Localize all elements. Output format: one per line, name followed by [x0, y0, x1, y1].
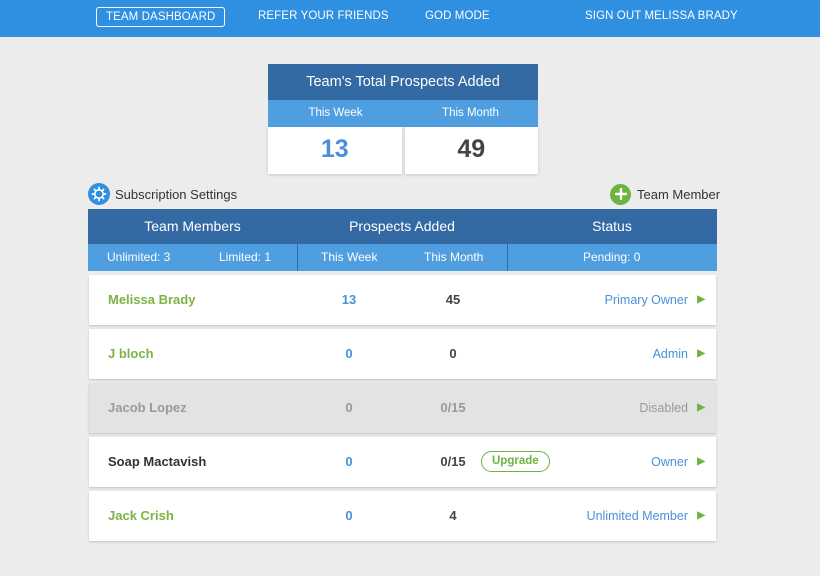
member-status[interactable]: Owner [651, 437, 688, 487]
top-nav-bar: TEAM DASHBOARD REFER YOUR FRIENDS GOD MO… [0, 0, 820, 37]
totals-title: Team's Total Prospects Added [268, 64, 538, 100]
nav-sign-out[interactable]: SIGN OUT MELISSA BRADY [585, 7, 738, 27]
member-week-count: 0 [345, 454, 353, 469]
header-prospects-added: Prospects Added [349, 218, 455, 234]
subheader-this-month: This Month [424, 250, 484, 264]
member-week-count: 0 [345, 346, 353, 361]
totals-subheader: This Week This Month [268, 100, 538, 127]
member-month-count: 45 [445, 292, 461, 307]
member-month-count: 0/15 [440, 454, 466, 469]
subheader-divider [507, 244, 508, 271]
team-totals-card: Team's Total Prospects Added This Week T… [268, 64, 538, 174]
play-arrow-icon[interactable]: ▶ [697, 383, 705, 433]
table-header-row: Team Members Prospects Added Status [88, 209, 717, 244]
member-status[interactable]: Primary Owner [605, 275, 688, 325]
member-week-count: 0 [345, 508, 353, 523]
member-status[interactable]: Admin [653, 329, 688, 379]
member-status[interactable]: Disabled [639, 383, 688, 433]
member-week-count: 13 [341, 292, 357, 307]
member-week-count: 0 [345, 400, 353, 415]
table-subheader-row: Unlimited: 3 Limited: 1 This Week This M… [88, 244, 717, 271]
subheader-pending: Pending: 0 [583, 250, 641, 264]
upgrade-button[interactable]: Upgrade [481, 451, 550, 472]
member-month-count: 0/15 [440, 400, 466, 415]
totals-week-label: This Week [308, 107, 363, 119]
totals-month-value: 49 [404, 127, 538, 174]
subheader-divider [297, 244, 298, 271]
member-name[interactable]: Jack Crish [108, 491, 174, 541]
member-name[interactable]: Soap Mactavish [108, 437, 206, 487]
totals-week-value: 13 [268, 127, 402, 174]
member-status[interactable]: Unlimited Member [587, 491, 688, 541]
plus-circle-icon [610, 183, 631, 205]
subscription-settings-label: Subscription Settings [115, 186, 238, 202]
member-month-count: 0 [449, 346, 457, 361]
member-name[interactable]: Jacob Lopez [108, 383, 187, 433]
add-team-member-button[interactable]: Team Member [610, 182, 720, 206]
play-arrow-icon[interactable]: ▶ [697, 491, 705, 541]
subscription-settings-link[interactable]: Subscription Settings [88, 182, 237, 206]
member-name[interactable]: Melissa Brady [108, 275, 195, 325]
header-status: Status [592, 218, 632, 234]
table-row[interactable]: J bloch 0 0 Admin ▶ [89, 329, 716, 379]
table-row[interactable]: Soap Mactavish 0 0/15 Upgrade Owner ▶ [89, 437, 716, 487]
play-arrow-icon[interactable]: ▶ [697, 437, 705, 487]
member-month-count: 4 [449, 508, 457, 523]
team-table-header: Team Members Prospects Added Status Unli… [88, 209, 717, 272]
nav-refer-friends[interactable]: REFER YOUR FRIENDS [258, 7, 389, 27]
totals-values: 13 49 [268, 127, 538, 174]
totals-month-label: This Month [442, 107, 499, 119]
member-name[interactable]: J bloch [108, 329, 154, 379]
nav-team-dashboard[interactable]: TEAM DASHBOARD [96, 7, 226, 27]
table-row[interactable]: Melissa Brady 13 45 Primary Owner ▶ [89, 275, 716, 325]
play-arrow-icon[interactable]: ▶ [697, 329, 705, 379]
subheader-unlimited: Unlimited: 3 [107, 250, 171, 264]
table-row[interactable]: Jacob Lopez 0 0/15 Disabled ▶ [89, 383, 716, 433]
table-row[interactable]: Jack Crish 0 4 Unlimited Member ▶ [89, 491, 716, 541]
subheader-limited: Limited: 1 [219, 250, 272, 264]
add-team-member-label: Team Member [637, 186, 721, 202]
play-arrow-icon[interactable]: ▶ [697, 275, 705, 325]
nav-god-mode[interactable]: GOD MODE [425, 7, 490, 27]
header-team-members: Team Members [144, 218, 241, 234]
gear-icon [88, 183, 110, 205]
subheader-this-week: This Week [321, 250, 378, 264]
